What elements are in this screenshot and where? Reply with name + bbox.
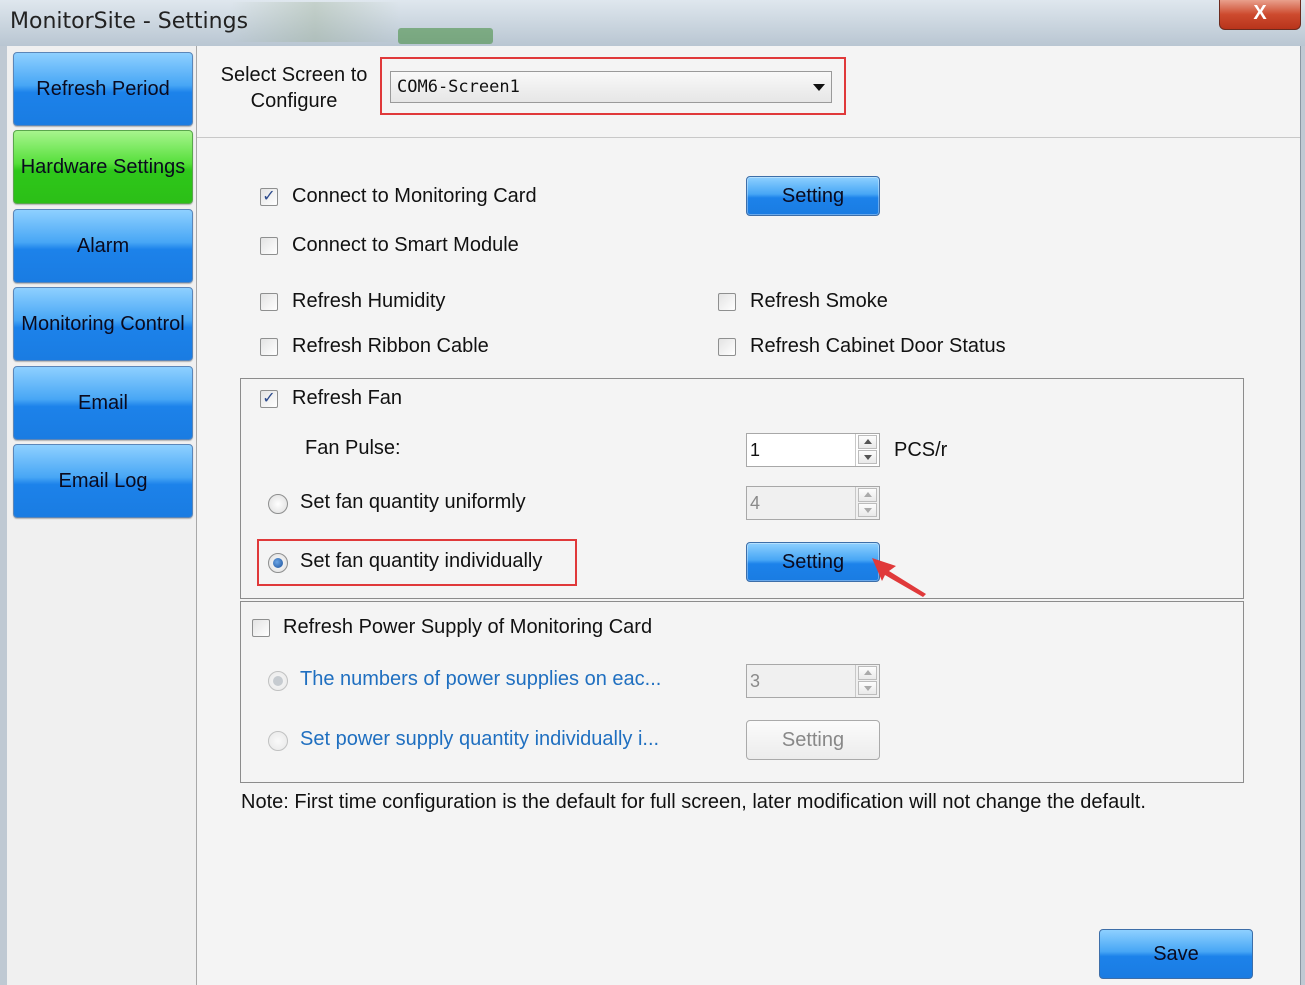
monitoring-card-setting-button[interactable]: Setting [746, 176, 880, 216]
refresh-power-checkbox[interactable] [252, 619, 270, 637]
nav-hardware-settings-button[interactable]: Hardware Settings [13, 130, 193, 204]
fan-individual-radio[interactable] [268, 553, 288, 573]
connect-smart-module-checkbox[interactable] [260, 237, 278, 255]
nav-alarm-button[interactable]: Alarm [13, 209, 193, 283]
fan-uniform-radio[interactable] [268, 494, 288, 514]
title-bar-background-blur-green [398, 28, 493, 44]
settings-window: MonitorSite - Settings X Refresh Period … [0, 0, 1305, 985]
fan-pulse-spinbox[interactable]: 1 [746, 433, 880, 467]
refresh-power-label: Refresh Power Supply of Monitoring Card [283, 616, 653, 638]
power-individual-radio[interactable] [268, 731, 288, 751]
fan-pulse-unit: PCS/r [894, 439, 948, 461]
refresh-humidity-label: Refresh Humidity [292, 290, 446, 312]
power-setting-button[interactable]: Setting [746, 720, 880, 760]
nav-email-log-button[interactable]: Email Log [13, 444, 193, 518]
configuration-note: Note: First time configuration is the de… [241, 791, 1146, 813]
refresh-cabinet-door-label: Refresh Cabinet Door Status [750, 335, 1006, 357]
increment-icon[interactable] [858, 488, 877, 502]
power-numbers-spinbox[interactable]: 3 [746, 664, 880, 698]
fan-uniform-spinbox[interactable]: 4 [746, 486, 880, 520]
nav-refresh-period-button[interactable]: Refresh Period [13, 52, 193, 126]
nav-email-button[interactable]: Email [13, 366, 193, 440]
select-screen-label: Select Screen to Configure [220, 64, 368, 112]
screen-select-dropdown[interactable]: COM6-Screen1 [390, 71, 832, 103]
increment-icon[interactable] [858, 666, 877, 680]
title-bar-background-blur [230, 2, 400, 42]
chevron-down-icon[interactable] [813, 84, 825, 91]
connect-monitoring-card-checkbox[interactable]: ✓ [260, 188, 278, 206]
refresh-smoke-checkbox[interactable] [718, 293, 736, 311]
increment-icon[interactable] [858, 435, 877, 449]
fan-uniform-value: 4 [750, 493, 761, 513]
connect-monitoring-card-label: Connect to Monitoring Card [292, 185, 537, 207]
power-numbers-stepper [855, 665, 879, 697]
decrement-icon[interactable] [858, 681, 877, 695]
power-numbers-label: The numbers of power supplies on eac... [300, 668, 662, 690]
fan-uniform-stepper [855, 487, 879, 519]
refresh-ribbon-cable-label: Refresh Ribbon Cable [292, 335, 489, 357]
fan-pulse-stepper [855, 434, 879, 466]
power-individual-label: Set power supply quantity individually i… [300, 728, 660, 750]
fan-uniform-label: Set fan quantity uniformly [300, 491, 526, 513]
nav-monitoring-control-button[interactable]: Monitoring Control [13, 287, 193, 361]
fan-pulse-label: Fan Pulse: [305, 437, 401, 459]
refresh-ribbon-cable-checkbox[interactable] [260, 338, 278, 356]
fan-pulse-value: 1 [750, 440, 761, 460]
power-numbers-radio[interactable] [268, 671, 288, 691]
fan-individual-label: Set fan quantity individually [300, 550, 543, 572]
red-arrow-pointer-icon [872, 558, 926, 597]
decrement-icon[interactable] [858, 450, 877, 464]
refresh-cabinet-door-checkbox[interactable] [718, 338, 736, 356]
refresh-fan-checkbox[interactable]: ✓ [260, 390, 278, 408]
header-divider [197, 137, 1300, 138]
close-button[interactable]: X [1219, 0, 1301, 30]
title-bar[interactable]: MonitorSite - Settings X [0, 0, 1305, 46]
power-numbers-value: 3 [750, 671, 761, 691]
save-button[interactable]: Save [1099, 929, 1253, 979]
fan-setting-button[interactable]: Setting [746, 542, 880, 582]
decrement-icon[interactable] [858, 503, 877, 517]
window-title: MonitorSite - Settings [10, 9, 249, 34]
sidebar: Refresh Period Hardware Settings Alarm M… [7, 46, 197, 985]
refresh-humidity-checkbox[interactable] [260, 293, 278, 311]
connect-smart-module-label: Connect to Smart Module [292, 234, 519, 256]
refresh-smoke-label: Refresh Smoke [750, 290, 888, 312]
refresh-fan-label: Refresh Fan [292, 387, 403, 409]
screen-select-value: COM6-Screen1 [397, 77, 520, 97]
